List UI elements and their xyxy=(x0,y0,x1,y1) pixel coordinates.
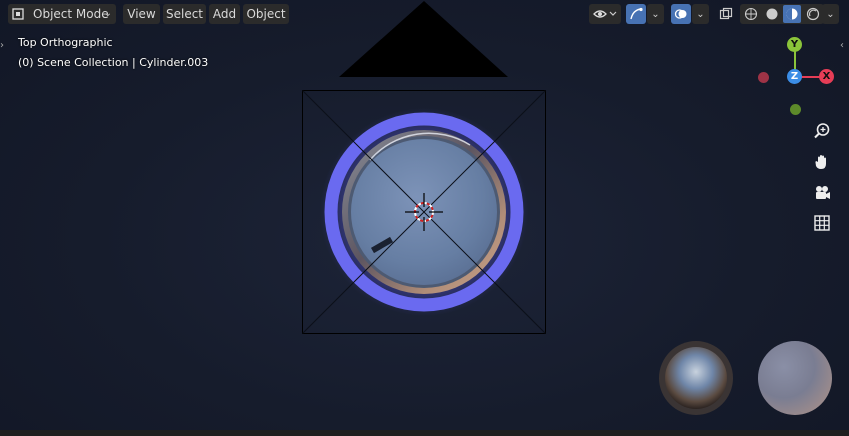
hand-icon xyxy=(815,155,826,169)
camera-icon xyxy=(816,186,830,199)
xray-icon xyxy=(719,7,733,20)
menu-select[interactable]: Select xyxy=(163,4,206,24)
xray-toggle[interactable] xyxy=(716,4,736,24)
gizmo-icon xyxy=(630,7,643,20)
eye-icon xyxy=(593,10,617,18)
zoom-button[interactable] xyxy=(810,119,834,143)
visibility-dropdown[interactable] xyxy=(589,4,621,24)
gizmo-neg-x-axis[interactable] xyxy=(758,72,769,83)
ortho-toggle-button[interactable] xyxy=(810,211,834,235)
mode-icon xyxy=(9,4,27,24)
material-preview-sphere xyxy=(758,341,832,415)
mode-dropdown-label: Object Mode xyxy=(33,7,109,21)
menu-object[interactable]: Object xyxy=(243,4,289,24)
menu-add[interactable]: Add xyxy=(209,4,240,24)
chevron-down-icon: ⌄ xyxy=(696,8,705,20)
sidebar-expand-icon[interactable]: ‹ xyxy=(840,40,844,51)
outer-ring xyxy=(324,112,524,312)
gizmo-toggle[interactable] xyxy=(626,4,646,24)
overlay-icon xyxy=(674,9,687,19)
overlay-toggle[interactable] xyxy=(671,4,691,24)
gizmo-x-axis[interactable]: X xyxy=(819,69,834,84)
gizmo-y-label: Y xyxy=(790,39,799,50)
camera-view-button[interactable] xyxy=(810,181,834,205)
wireframe-shading-icon[interactable] xyxy=(742,5,760,23)
chevron-down-icon: ⌄ xyxy=(826,8,835,20)
gizmo-x-label: X xyxy=(822,71,831,82)
material-shading-icon[interactable] xyxy=(783,5,802,23)
metal-rim xyxy=(342,130,506,294)
grid-icon xyxy=(814,215,830,231)
glass-disc xyxy=(351,139,497,285)
menu-view[interactable]: View xyxy=(123,4,160,24)
toolbar-expand-icon[interactable]: › xyxy=(0,40,4,51)
chevron-down-icon: ⌄ xyxy=(651,8,660,20)
gizmo-z-axis[interactable]: Z xyxy=(787,69,802,84)
chevron-down-icon: ⌄ xyxy=(103,8,112,19)
handle-mark xyxy=(370,236,394,254)
object-mode-icon xyxy=(12,8,24,20)
overlay-dropdown[interactable]: ⌄ xyxy=(692,4,709,24)
3d-cursor xyxy=(405,193,443,231)
hdri-preview-sphere xyxy=(659,341,733,415)
zoom-icon xyxy=(814,123,830,139)
gizmo-neg-y-axis[interactable] xyxy=(790,104,801,115)
object-bounds xyxy=(302,90,546,334)
collection-info-label: (0) Scene Collection | Cylinder.003 xyxy=(18,56,209,69)
view-name-label: Top Orthographic xyxy=(18,36,113,49)
shading-dropdown[interactable]: ⌄ xyxy=(822,4,839,24)
gizmo-z-label: Z xyxy=(790,71,799,82)
solid-shading-icon[interactable] xyxy=(763,5,781,23)
gizmo-y-axis[interactable]: Y xyxy=(787,37,802,52)
gizmo-dropdown[interactable]: ⌄ xyxy=(647,4,664,24)
rendered-shading-icon[interactable] xyxy=(804,5,822,23)
pan-button[interactable] xyxy=(810,150,834,174)
navigation-gizmo[interactable]: Y X Z xyxy=(750,35,840,120)
shading-group xyxy=(740,4,824,24)
